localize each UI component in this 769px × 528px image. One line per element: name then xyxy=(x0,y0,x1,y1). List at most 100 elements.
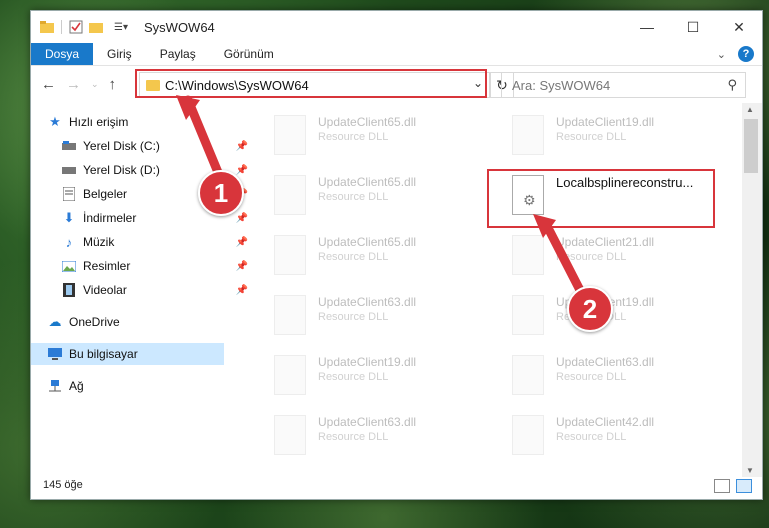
file-type: Resource DLL xyxy=(556,131,627,143)
help-icon[interactable]: ? xyxy=(738,46,754,62)
file-item[interactable]: UpdateClient19.dll Resource DLL xyxy=(494,107,714,161)
file-name: UpdateClient65.dll xyxy=(318,115,417,129)
scroll-down-icon[interactable]: ▼ xyxy=(746,466,754,475)
sidebar-item-label: Videolar xyxy=(83,283,127,297)
file-item[interactable]: UpdateClient65.dll Resource DLL xyxy=(256,167,476,221)
file-type: Resource DLL xyxy=(556,431,627,443)
details-view-icon[interactable] xyxy=(714,479,730,493)
scrollbar-thumb[interactable] xyxy=(744,119,758,173)
close-button[interactable]: ✕ xyxy=(716,11,762,43)
video-icon xyxy=(61,282,77,298)
file-name: UpdateClient21.dll xyxy=(556,235,655,249)
window-controls: — ☐ ✕ xyxy=(624,11,762,43)
file-type: Resource DLL xyxy=(556,371,627,383)
dll-file-icon xyxy=(512,235,544,275)
navigation-pane: ★ Hızlı erişim Yerel Disk (C:) 📌 Yerel Dis… xyxy=(31,103,248,455)
toolbar-divider xyxy=(61,20,62,34)
sidebar-item-drive-c[interactable]: Yerel Disk (C:) 📌 xyxy=(31,135,254,157)
file-type: Resource DLL xyxy=(318,251,389,263)
back-icon[interactable]: ← xyxy=(41,76,56,93)
sidebar-item-quick-access[interactable]: ★ Hızlı erişim xyxy=(31,111,240,133)
dll-file-icon xyxy=(274,295,306,335)
expand-ribbon-icon[interactable]: ⌄ xyxy=(717,48,726,61)
sidebar-item-music[interactable]: ♪ Müzik 📌 xyxy=(31,231,254,253)
sidebar-item-label: Yerel Disk (D:) xyxy=(83,163,160,177)
step-badge-2: 2 xyxy=(567,286,613,332)
step-badge-1: 1 xyxy=(198,170,244,216)
file-item[interactable]: UpdateClient63.dll Resource DLL xyxy=(256,407,476,455)
customize-toolbar-icon[interactable]: ☰▾ xyxy=(108,19,134,35)
ribbon-help-area: ⌄ ? xyxy=(717,46,754,62)
file-type: Resource DLL xyxy=(318,371,389,383)
file-item[interactable]: UpdateClient65.dll Resource DLL xyxy=(256,227,476,281)
tab-share[interactable]: Paylaş xyxy=(146,43,210,65)
up-icon[interactable]: ↑ xyxy=(109,76,117,93)
vertical-scrollbar[interactable]: ▲ ▼ xyxy=(742,103,762,477)
file-item[interactable]: UpdateClient19.dll Resource DLL xyxy=(256,347,476,401)
download-icon: ⬇ xyxy=(63,210,75,225)
search-icon: ⚲ xyxy=(727,77,737,92)
star-icon: ★ xyxy=(49,114,61,129)
title-bar: ☰▾ SysWOW64 — ☐ ✕ xyxy=(31,11,762,43)
file-name: UpdateClient65.dll xyxy=(318,175,417,189)
properties-icon[interactable] xyxy=(68,19,84,35)
file-item[interactable]: UpdateClient42.dll Resource DLL xyxy=(494,407,714,455)
item-count: 145 öğe xyxy=(43,479,83,491)
file-name: UpdateClient63.dll xyxy=(318,295,417,309)
sidebar-item-label: Yerel Disk (C:) xyxy=(83,139,160,153)
sidebar-item-this-pc[interactable]: Bu bilgisayar xyxy=(31,343,224,365)
file-type: Resource DLL xyxy=(318,311,389,323)
file-name: UpdateClient19.dll xyxy=(556,115,655,129)
sidebar-item-label: Ağ xyxy=(69,379,84,393)
document-icon xyxy=(61,186,77,202)
file-name: UpdateClient65.dll xyxy=(318,235,417,249)
dll-file-icon xyxy=(512,415,544,455)
large-icons-view-icon[interactable] xyxy=(736,479,752,493)
highlight-address-box xyxy=(135,69,487,98)
dll-file-icon xyxy=(274,415,306,455)
file-name: UpdateClient19.dll xyxy=(318,355,417,369)
dll-file-icon xyxy=(274,355,306,395)
file-item[interactable]: UpdateClient21.dll Resource DLL xyxy=(494,227,714,281)
dll-file-icon xyxy=(274,175,306,215)
sidebar-item-label: Hızlı erişim xyxy=(69,115,129,129)
music-icon: ♪ xyxy=(65,234,73,250)
view-toggle xyxy=(714,479,752,493)
computer-icon xyxy=(47,346,63,362)
dll-file-icon xyxy=(512,295,544,335)
navigation-bar: ← → ⌄ ↑ C:\Windows\SysWOW64 ⌄ ↻ Ara: Sys… xyxy=(31,66,762,102)
dll-file-icon xyxy=(512,115,544,155)
sidebar-item-label: Belgeler xyxy=(83,187,128,201)
file-item[interactable]: UpdateClient63.dll Resource DLL xyxy=(494,347,714,401)
drive-icon xyxy=(61,138,77,154)
tab-home[interactable]: Giriş xyxy=(93,43,146,65)
minimize-button[interactable]: — xyxy=(624,11,670,43)
pictures-icon xyxy=(61,258,77,274)
folder-icon[interactable] xyxy=(39,19,55,35)
file-type: Resource DLL xyxy=(318,131,389,143)
maximize-button[interactable]: ☐ xyxy=(670,11,716,43)
tab-file[interactable]: Dosya xyxy=(31,43,94,65)
file-item[interactable]: UpdateClient65.dll Resource DLL xyxy=(256,107,476,161)
sidebar-item-onedrive[interactable]: ☁ OneDrive xyxy=(31,311,240,333)
sidebar-item-pictures[interactable]: Resimler 📌 xyxy=(31,255,254,277)
sidebar-item-label: Bu bilgisayar xyxy=(69,347,138,361)
file-type: Resource DLL xyxy=(318,431,389,443)
highlight-file-box xyxy=(487,169,715,228)
network-icon xyxy=(47,378,63,394)
recent-dropdown-icon[interactable]: ⌄ xyxy=(91,79,99,90)
sidebar-item-network[interactable]: Ağ xyxy=(31,375,240,397)
file-list: UpdateClient65.dll Resource DLL UpdateCli… xyxy=(236,103,741,455)
forward-icon[interactable]: → xyxy=(66,76,81,93)
file-explorer-window: ☰▾ SysWOW64 — ☐ ✕ Dosya Giriş Paylaş Gör… xyxy=(30,10,763,500)
tab-view[interactable]: Görünüm xyxy=(210,43,288,65)
quick-access-toolbar: ☰▾ xyxy=(39,19,134,35)
sidebar-item-label: Müzik xyxy=(83,235,115,249)
scroll-up-icon[interactable]: ▲ xyxy=(746,105,754,114)
sidebar-item-videos[interactable]: Videolar 📌 xyxy=(31,279,254,301)
nav-buttons: ← → ⌄ ↑ xyxy=(41,76,116,93)
new-folder-icon[interactable] xyxy=(88,19,104,35)
search-input[interactable]: Ara: SysWOW64 ⚲ xyxy=(501,72,746,98)
file-item[interactable]: UpdateClient63.dll Resource DLL xyxy=(256,287,476,341)
dll-file-icon xyxy=(274,115,306,155)
